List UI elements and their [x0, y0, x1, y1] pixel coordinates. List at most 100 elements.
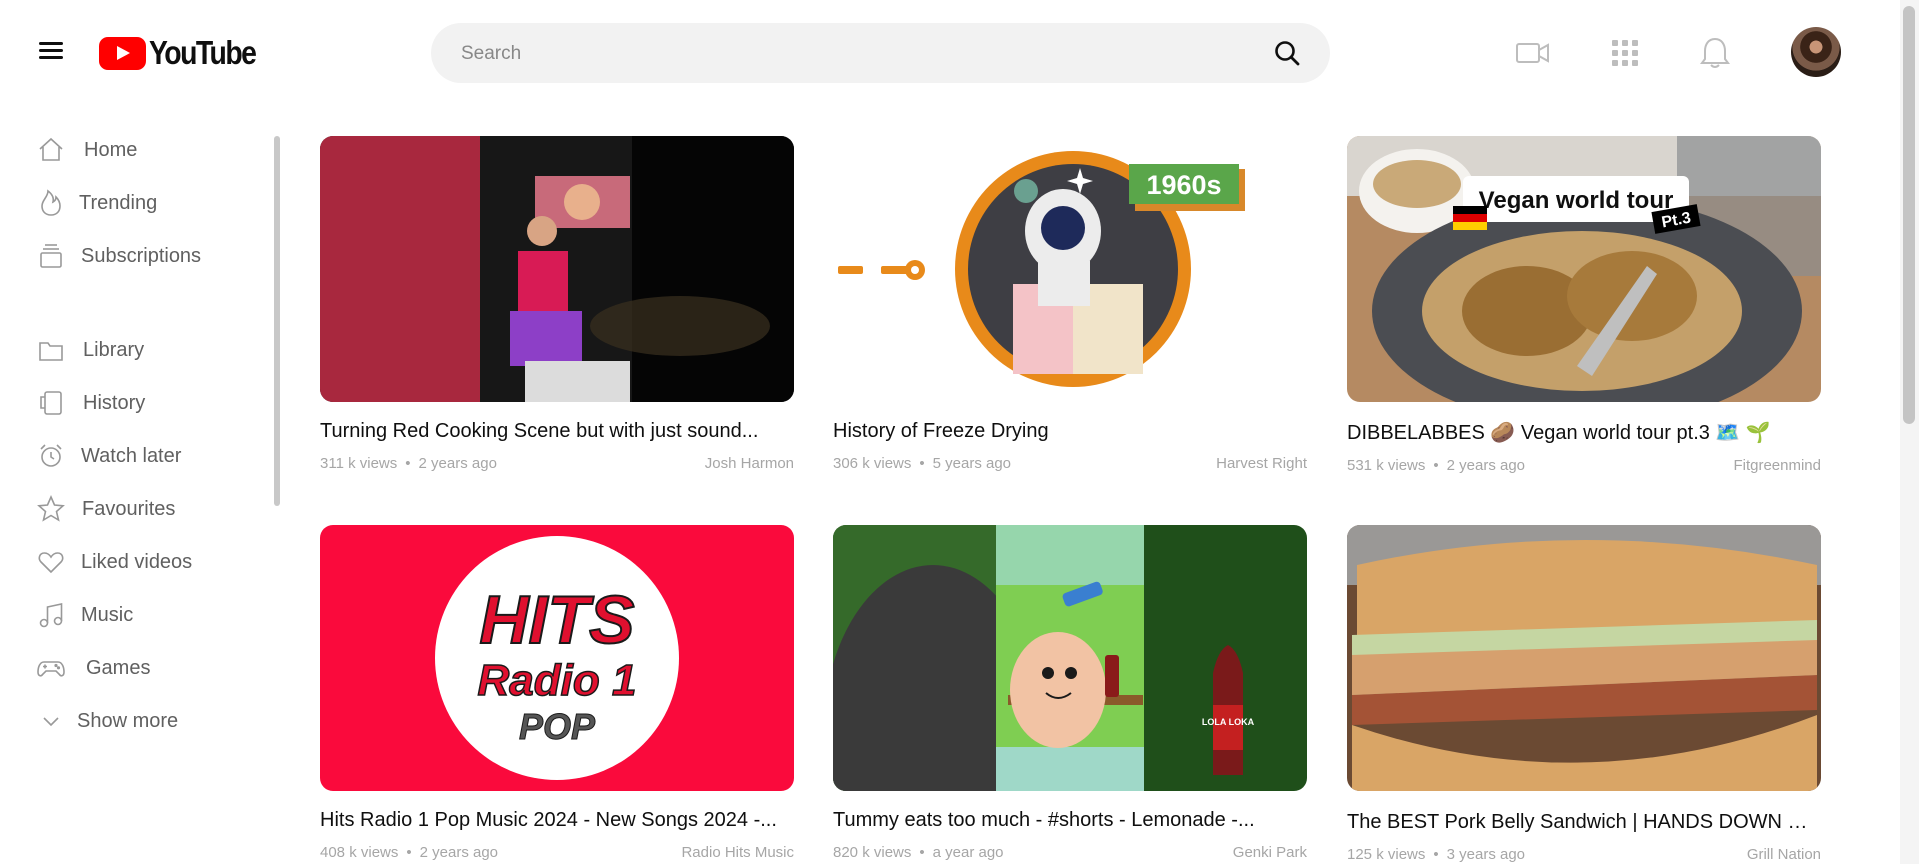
meta-separator: •	[919, 455, 925, 472]
video-meta: 531 k views • 2 years ago Fitgreenmind	[1347, 457, 1821, 474]
view-count: 306 k views	[833, 455, 912, 472]
create-video-icon[interactable]	[1515, 35, 1551, 71]
search-bar[interactable]	[431, 23, 1330, 83]
music-note-icon	[39, 603, 63, 628]
search-input[interactable]	[459, 37, 1243, 71]
sidebar-item-favourites[interactable]: Favourites	[36, 489, 175, 529]
video-title[interactable]: Turning Red Cooking Scene but with just …	[320, 420, 794, 443]
upload-age: 3 years ago	[1446, 846, 1526, 863]
video-title[interactable]: Tummy eats too much - #shorts - Lemonade…	[833, 809, 1307, 832]
video-thumbnail[interactable]: 1960s	[833, 136, 1307, 402]
video-meta: 311 k views • 2 years ago Josh Harmon	[320, 455, 794, 472]
meta-separator: •	[1433, 846, 1439, 863]
video-title[interactable]: Hits Radio 1 Pop Music 2024 - New Songs …	[320, 809, 794, 832]
view-count: 311 k views	[320, 455, 398, 472]
user-avatar[interactable]	[1791, 27, 1841, 77]
video-card[interactable]: 1960s History of Freeze Drying 306 k vie…	[833, 136, 1307, 472]
alarm-clock-icon	[40, 444, 62, 467]
sidebar-item-watch-later[interactable]: Watch later	[36, 436, 181, 476]
notifications-bell-icon[interactable]	[1697, 35, 1733, 71]
meta-separator: •	[406, 844, 412, 861]
video-meta: 125 k views • 3 years ago Grill Nation	[1347, 846, 1821, 863]
thumbnail-badge-text: 1960s	[1146, 170, 1221, 200]
star-icon	[37, 495, 65, 522]
video-card[interactable]: HITS Radio 1 POP Hits Radio 1 Pop Music …	[320, 525, 794, 861]
search-icon[interactable]	[1273, 39, 1301, 67]
top-header: YouTube	[0, 0, 1900, 106]
video-card[interactable]: The BEST Pork Belly Sandwich | HANDS DOW…	[1347, 525, 1821, 863]
history-icon	[40, 391, 62, 415]
sidebar-item-label: Trending	[79, 191, 158, 214]
channel-name[interactable]: Fitgreenmind	[1733, 457, 1821, 474]
video-thumbnail[interactable]	[1347, 525, 1821, 791]
views-and-age: 125 k views • 3 years ago	[1347, 846, 1525, 863]
sidebar-item-label: Liked videos	[81, 550, 193, 573]
thumbnail-image: LOLA LOKA	[833, 525, 1307, 791]
video-title[interactable]: History of Freeze Drying	[833, 420, 1307, 443]
home-icon	[39, 137, 63, 161]
video-thumbnail[interactable]: LOLA LOKA	[833, 525, 1307, 791]
sidebar-item-label: Show more	[77, 709, 179, 732]
video-title[interactable]: The BEST Pork Belly Sandwich | HANDS DOW…	[1347, 809, 1821, 834]
channel-name[interactable]: Josh Harmon	[705, 455, 794, 472]
video-card[interactable]: LOLA LOKA Tummy eats too much - #shorts …	[833, 525, 1307, 861]
video-thumbnail[interactable]: Vegan world tour Pt.3	[1347, 136, 1821, 402]
sidebar-scrollbar[interactable]	[274, 136, 280, 506]
sidebar-item-home[interactable]: Home	[36, 130, 137, 170]
channel-name[interactable]: Grill Nation	[1747, 846, 1821, 863]
channel-name[interactable]: Harvest Right	[1216, 455, 1307, 472]
video-card[interactable]: Turning Red Cooking Scene but with just …	[320, 136, 794, 472]
thumbnail-image: Vegan world tour Pt.3	[1347, 136, 1821, 402]
upload-age: 2 years ago	[419, 844, 499, 861]
view-count: 408 k views	[320, 844, 399, 861]
sidebar-item-label: Library	[83, 338, 145, 361]
play-logo-icon	[99, 36, 146, 70]
video-title[interactable]: DIBBELABBES 🥔 Vegan world tour pt.3 🗺️ 🌱	[1347, 420, 1821, 445]
meta-separator: •	[405, 455, 411, 472]
sidebar-item-label: Home	[84, 138, 138, 161]
views-and-age: 311 k views • 2 years ago	[320, 455, 497, 472]
video-meta: 408 k views • 2 years ago Radio Hits Music	[320, 844, 794, 861]
meta-separator: •	[1433, 457, 1439, 474]
apps-grid-icon[interactable]	[1607, 35, 1643, 71]
logo-text: YouTube	[149, 34, 257, 71]
thumbnail-bottle-label: LOLA LOKA	[1202, 717, 1255, 727]
page-scrollbar-thumb[interactable]	[1903, 6, 1915, 424]
thumbnail-image	[1347, 525, 1821, 791]
upload-age: 5 years ago	[932, 455, 1012, 472]
sidebar-item-history[interactable]: History	[36, 383, 145, 423]
thumbnail-radio-text: Radio 1	[478, 656, 637, 705]
channel-name[interactable]: Genki Park	[1233, 844, 1307, 861]
upload-age: 2 years ago	[1446, 457, 1526, 474]
gamepad-icon	[37, 661, 65, 677]
sidebar-item-library[interactable]: Library	[36, 330, 144, 370]
sidebar-item-liked-videos[interactable]: Liked videos	[36, 542, 192, 582]
video-card[interactable]: Vegan world tour Pt.3 DIBBELABBES 🥔 Vega…	[1347, 136, 1821, 474]
thumbnail-image: 1960s	[833, 136, 1307, 402]
views-and-age: 408 k views • 2 years ago	[320, 844, 498, 861]
view-count: 820 k views	[833, 844, 912, 861]
sidebar-item-label: History	[83, 391, 146, 414]
sidebar-item-trending[interactable]: Trending	[36, 183, 157, 223]
flame-icon	[41, 189, 61, 216]
sidebar-item-label: Favourites	[82, 497, 176, 520]
sidebar: Home Trending Subscriptions Library Hist…	[0, 130, 290, 864]
sidebar-item-games[interactable]: Games	[36, 648, 150, 688]
sidebar-item-subscriptions[interactable]: Subscriptions	[36, 236, 201, 276]
view-count: 531 k views	[1347, 457, 1426, 474]
video-meta: 820 k views • a year ago Genki Park	[833, 844, 1307, 861]
channel-name[interactable]: Radio Hits Music	[681, 844, 794, 861]
thumbnail-image: HITS Radio 1 POP	[320, 525, 794, 791]
views-and-age: 820 k views • a year ago	[833, 844, 1004, 861]
thumbnail-pop-text: POP	[519, 706, 596, 747]
show-more-button[interactable]: Show more	[36, 701, 178, 741]
video-meta: 306 k views • 5 years ago Harvest Right	[833, 455, 1307, 472]
views-and-age: 531 k views • 2 years ago	[1347, 457, 1525, 474]
video-thumbnail[interactable]: HITS Radio 1 POP	[320, 525, 794, 791]
views-and-age: 306 k views • 5 years ago	[833, 455, 1011, 472]
video-thumbnail[interactable]	[320, 136, 794, 402]
youtube-logo[interactable]: YouTube	[99, 34, 273, 72]
sidebar-item-label: Games	[86, 656, 151, 679]
hamburger-menu-icon[interactable]	[36, 38, 66, 68]
sidebar-item-music[interactable]: Music	[36, 595, 133, 635]
